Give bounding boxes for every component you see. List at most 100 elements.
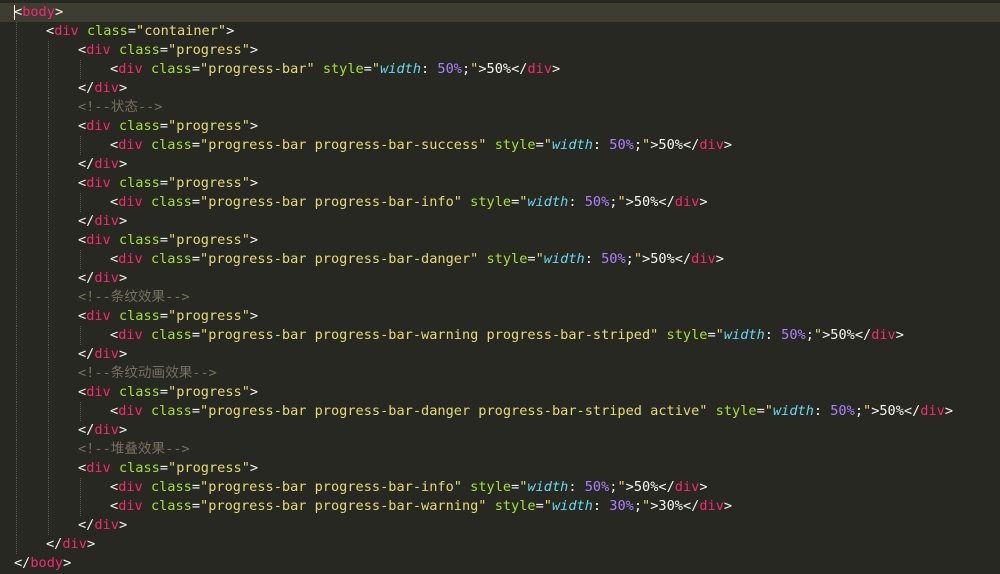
code-text: <div class="progress-bar progress-bar-da… (110, 402, 953, 421)
code-token: < (110, 194, 119, 210)
code-line[interactable]: </div> (0, 155, 1000, 174)
code-token: > (699, 479, 708, 495)
indent-guide (16, 212, 17, 231)
code-token: body (22, 4, 55, 20)
indent-guide (16, 307, 17, 326)
code-line[interactable]: <!--状态--> (0, 98, 1000, 117)
code-line[interactable]: <!--条纹动画效果--> (0, 364, 1000, 383)
indent-guide (48, 269, 49, 288)
indent-guide (16, 174, 17, 193)
code-token: body (30, 555, 64, 571)
code-token: >50%</ (871, 403, 921, 419)
code-token: : (568, 479, 585, 495)
code-line[interactable]: <div class="progress"> (0, 231, 1000, 250)
code-token: ; (805, 327, 814, 343)
code-token: < (110, 61, 119, 77)
indent-guide (16, 155, 17, 174)
code-line[interactable]: <div class="progress-bar progress-bar-in… (0, 478, 1000, 497)
indent-guide (16, 364, 17, 383)
code-token: 50% (830, 403, 855, 419)
code-line[interactable]: <div class="container"> (0, 22, 1000, 41)
code-token: " (813, 327, 823, 343)
code-token: width (527, 479, 569, 495)
code-token: > (723, 498, 733, 514)
code-token: = (191, 137, 201, 153)
code-token: > (715, 251, 724, 267)
code-line[interactable]: <div class="progress"> (0, 307, 1000, 326)
indent-guide (48, 155, 49, 174)
code-line[interactable]: <div class="progress-bar progress-bar-wa… (0, 497, 1000, 516)
code-line[interactable]: </div> (0, 421, 1000, 440)
code-line[interactable]: </div> (0, 79, 1000, 98)
code-token: class (118, 42, 160, 58)
code-token: < (46, 23, 55, 39)
code-line[interactable]: <div class="progress"> (0, 383, 1000, 402)
code-line[interactable]: </body> (0, 554, 1000, 573)
code-token: ; (854, 403, 863, 419)
indent-guide (80, 402, 81, 421)
code-text: <div class="progress-bar" style="width: … (110, 60, 560, 79)
code-line[interactable]: </div> (0, 269, 1000, 288)
code-token: > (118, 213, 128, 229)
indent-guide (48, 231, 49, 250)
code-token: < (78, 460, 87, 476)
code-token: > (226, 23, 235, 39)
code-text: <div class="progress"> (78, 41, 258, 60)
code-token: " (863, 403, 872, 419)
code-token: width (543, 251, 585, 267)
code-token: "progress" (168, 232, 250, 248)
code-token: div (54, 23, 79, 39)
code-line[interactable]: </div> (0, 345, 1000, 364)
code-text: </body> (14, 554, 71, 573)
code-line[interactable]: <div class="progress"> (0, 41, 1000, 60)
code-line[interactable]: </div> (0, 535, 1000, 554)
indent-guide (16, 535, 17, 554)
code-line[interactable]: <div class="progress"> (0, 117, 1000, 136)
indent-guide (16, 459, 17, 478)
code-text: <div class="progress-bar progress-bar-in… (110, 478, 708, 497)
code-token: < (110, 403, 119, 419)
indent-guide (80, 326, 81, 345)
code-line[interactable]: <!--条纹效果--> (0, 288, 1000, 307)
code-token: > (118, 346, 128, 362)
code-line[interactable]: <div class="progress-bar progress-bar-in… (0, 193, 1000, 212)
code-line[interactable]: <div class="progress"> (0, 174, 1000, 193)
code-text: <div class="progress"> (78, 174, 258, 193)
indent-guide (48, 497, 49, 516)
code-line[interactable]: <body> (0, 3, 1000, 22)
code-token: <!--状态--> (78, 99, 163, 115)
code-token: " (543, 137, 552, 153)
code-text: <!--条纹效果--> (78, 288, 190, 307)
code-token: < (110, 327, 119, 343)
code-token: div (118, 61, 143, 77)
code-token: > (118, 80, 128, 96)
code-line[interactable]: <div class="progress"> (0, 459, 1000, 478)
indent-guide (48, 60, 49, 79)
code-line[interactable]: <div class="progress-bar" style="width: … (0, 60, 1000, 79)
code-text: <body> (14, 3, 63, 22)
code-token: < (78, 175, 87, 191)
code-line[interactable]: </div> (0, 212, 1000, 231)
code-line[interactable]: </div> (0, 516, 1000, 535)
code-token: ; (633, 137, 643, 153)
code-line[interactable]: <!--堆叠效果--> (0, 440, 1000, 459)
code-token: : (421, 61, 438, 77)
code-text: <!--堆叠效果--> (78, 440, 190, 459)
code-token: " (642, 498, 651, 514)
code-line[interactable]: <div class="progress-bar progress-bar-wa… (0, 326, 1000, 345)
code-line[interactable]: <div class="progress-bar progress-bar-da… (0, 402, 1000, 421)
code-line[interactable]: <div class="progress-bar progress-bar-da… (0, 250, 1000, 269)
code-token: div (920, 403, 945, 419)
indent-guide (48, 174, 49, 193)
indent-guide (16, 516, 17, 535)
code-token: 50% (584, 479, 610, 495)
code-line[interactable]: <div class="progress-bar progress-bar-su… (0, 136, 1000, 155)
code-editor[interactable]: <body> <div class="container"> <div class=… (0, 0, 1000, 574)
code-token: >50%</ (625, 194, 675, 210)
